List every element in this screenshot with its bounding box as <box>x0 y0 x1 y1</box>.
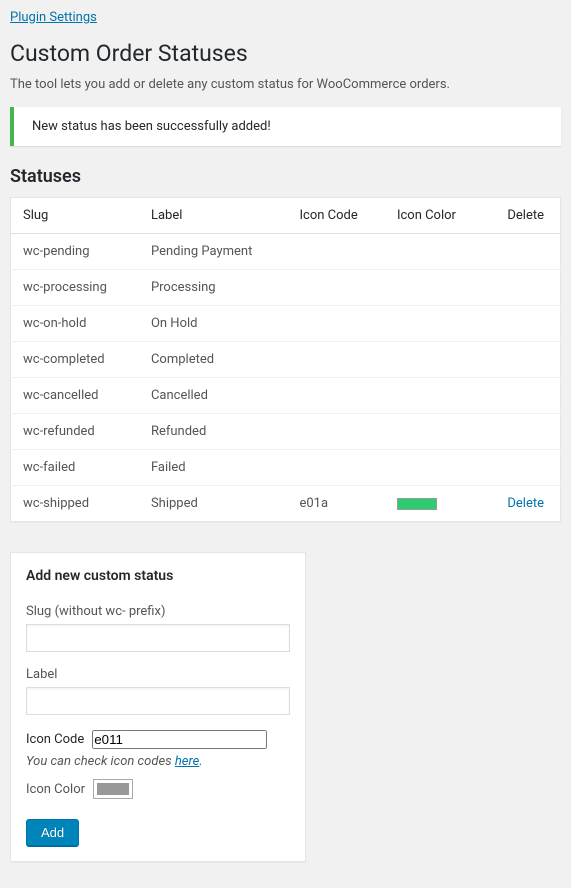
cell-icon-color <box>385 414 483 450</box>
add-status-form: Add new custom status Slug (without wc- … <box>10 552 306 862</box>
table-row: wc-on-holdOn Hold <box>11 306 561 342</box>
cell-icon-color <box>385 378 483 414</box>
slug-input[interactable] <box>26 624 290 652</box>
page-description: The tool lets you add or delete any cust… <box>10 77 561 92</box>
cell-icon-code <box>287 414 384 450</box>
cell-delete <box>483 270 560 306</box>
col-delete: Delete <box>483 198 560 234</box>
cell-icon-color <box>385 270 483 306</box>
cell-label: Shipped <box>139 486 288 522</box>
cell-label: On Hold <box>139 306 288 342</box>
cell-icon-code <box>287 342 384 378</box>
cell-icon-code <box>287 378 384 414</box>
add-button[interactable]: Add <box>26 819 79 846</box>
notice-text: New status has been successfully added! <box>26 119 549 134</box>
icon-help-text: You can check icon codes here. <box>26 754 290 769</box>
cell-delete <box>483 306 560 342</box>
cell-icon-code <box>287 306 384 342</box>
cell-label: Cancelled <box>139 378 288 414</box>
cell-delete: Delete <box>483 486 560 522</box>
cell-icon-color <box>385 486 483 522</box>
cell-slug: wc-on-hold <box>11 306 139 342</box>
cell-icon-code <box>287 234 384 270</box>
icon-color-picker[interactable] <box>93 779 133 799</box>
cell-delete <box>483 378 560 414</box>
col-icon-color: Icon Color <box>385 198 483 234</box>
form-title: Add new custom status <box>26 568 290 584</box>
color-swatch-icon <box>97 783 129 795</box>
cell-label: Completed <box>139 342 288 378</box>
cell-icon-code <box>287 450 384 486</box>
cell-icon-color <box>385 450 483 486</box>
table-row: wc-completedCompleted <box>11 342 561 378</box>
cell-icon-color <box>385 234 483 270</box>
table-row: wc-pendingPending Payment <box>11 234 561 270</box>
icon-color-label: Icon Color <box>26 782 85 797</box>
cell-icon-color <box>385 342 483 378</box>
cell-delete <box>483 342 560 378</box>
cell-icon-code <box>287 270 384 306</box>
cell-slug: wc-completed <box>11 342 139 378</box>
statuses-heading: Statuses <box>10 166 561 187</box>
label-input[interactable] <box>26 687 290 715</box>
table-row: wc-refundedRefunded <box>11 414 561 450</box>
cell-slug: wc-processing <box>11 270 139 306</box>
icon-code-label: Icon Code <box>26 732 84 747</box>
cell-label: Pending Payment <box>139 234 288 270</box>
col-slug: Slug <box>11 198 139 234</box>
cell-slug: wc-failed <box>11 450 139 486</box>
col-label: Label <box>139 198 288 234</box>
plugin-settings-link[interactable]: Plugin Settings <box>10 10 97 25</box>
cell-delete <box>483 234 560 270</box>
table-row: wc-processingProcessing <box>11 270 561 306</box>
success-notice: New status has been successfully added! <box>10 107 561 146</box>
delete-link[interactable]: Delete <box>507 496 544 511</box>
slug-label: Slug (without wc- prefix) <box>26 604 290 619</box>
cell-label: Processing <box>139 270 288 306</box>
cell-label: Failed <box>139 450 288 486</box>
cell-slug: wc-refunded <box>11 414 139 450</box>
cell-delete <box>483 414 560 450</box>
table-row: wc-cancelledCancelled <box>11 378 561 414</box>
col-icon-code: Icon Code <box>287 198 384 234</box>
cell-slug: wc-shipped <box>11 486 139 522</box>
label-label: Label <box>26 667 290 682</box>
table-row: wc-shippedShippede01a Delete <box>11 486 561 522</box>
color-swatch-icon <box>397 498 437 510</box>
table-row: wc-failedFailed <box>11 450 561 486</box>
icon-code-input[interactable] <box>92 730 267 749</box>
statuses-table: Slug Label Icon Code Icon Color Delete w… <box>10 197 561 522</box>
cell-icon-color <box>385 306 483 342</box>
icon-codes-link[interactable]: here <box>175 754 199 769</box>
cell-slug: wc-pending <box>11 234 139 270</box>
cell-label: Refunded <box>139 414 288 450</box>
page-title: Custom Order Statuses <box>10 40 561 67</box>
cell-slug: wc-cancelled <box>11 378 139 414</box>
cell-delete <box>483 450 560 486</box>
cell-icon-code: e01a <box>287 486 384 522</box>
